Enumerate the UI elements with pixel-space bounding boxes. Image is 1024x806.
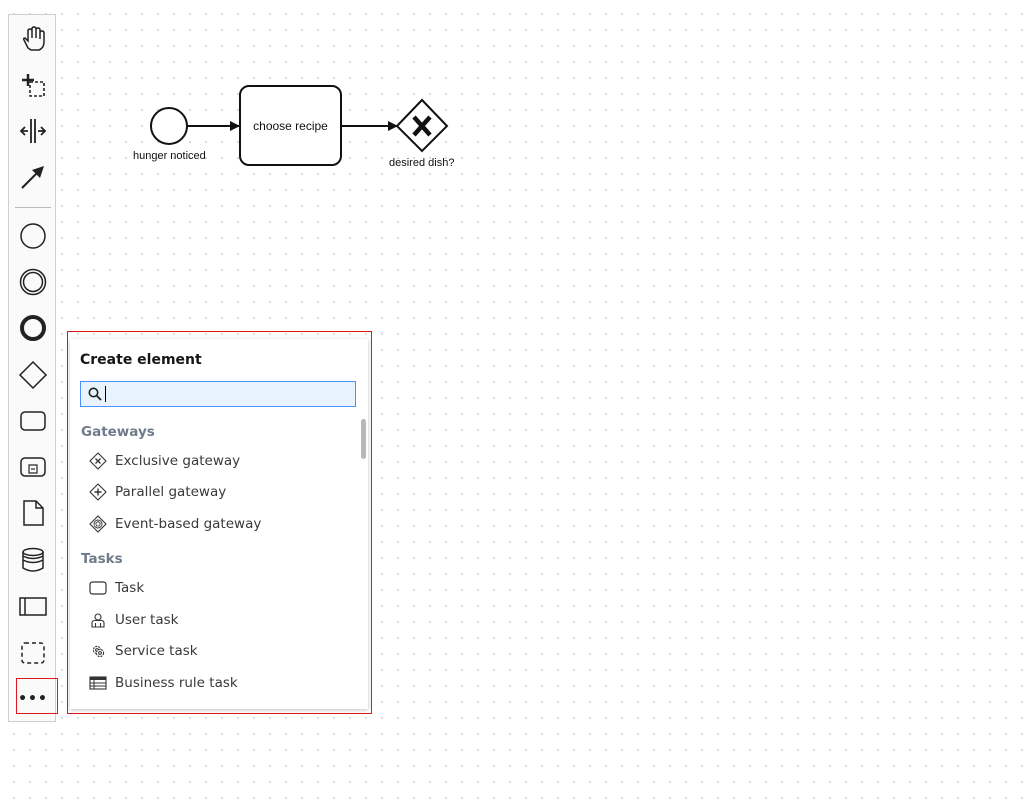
start-event-icon (20, 223, 46, 249)
intermediate-event-icon (19, 268, 47, 296)
entry-label: Business rule task (115, 675, 238, 691)
data-object-icon (23, 500, 44, 526)
hand-icon (22, 26, 45, 51)
data-store-icon (22, 547, 44, 572)
popup-title: Create element (80, 352, 202, 368)
create-element-popup: Create element Gateways Exclusive gatewa… (70, 339, 368, 709)
entry-label: User task (115, 612, 179, 628)
entry-parallel-gateway[interactable]: Parallel gateway (88, 480, 226, 504)
entry-service-task[interactable]: Service task (88, 639, 198, 663)
task-icon (89, 581, 107, 595)
entry-label: Service task (115, 643, 198, 659)
parallel-gateway-icon (89, 483, 107, 501)
entry-label: Event-based gateway (115, 516, 262, 532)
group-tool[interactable] (15, 635, 51, 671)
entry-user-task[interactable]: User task (88, 608, 178, 632)
participant-tool[interactable] (15, 588, 51, 624)
lasso-tool[interactable] (15, 67, 51, 103)
data-store-tool[interactable] (15, 542, 51, 578)
end-event-icon (20, 315, 46, 341)
service-task-icon (92, 645, 105, 658)
start-event-label: hunger noticed (133, 150, 206, 162)
business-rule-task-icon (89, 676, 107, 690)
task-tool[interactable] (15, 403, 51, 439)
subprocess-icon (20, 457, 46, 477)
gateway-tool[interactable] (15, 357, 51, 393)
task-shape-icon (20, 411, 46, 431)
entry-label: Exclusive gateway (115, 453, 241, 469)
event-based-gateway-icon (89, 515, 107, 533)
subprocess-tool[interactable] (15, 449, 51, 485)
group-title-tasks: Tasks (81, 551, 123, 567)
end-event-tool[interactable] (15, 310, 51, 346)
connect-tool[interactable] (15, 159, 51, 195)
task-label: choose recipe (253, 118, 328, 133)
arrow-icon (21, 166, 44, 189)
lasso-icon (22, 74, 45, 97)
group-title-gateways: Gateways (81, 424, 155, 440)
hand-tool[interactable] (15, 21, 51, 57)
text-cursor (105, 386, 106, 402)
entry-event-based-gateway[interactable]: Event-based gateway (88, 512, 261, 536)
entry-business-rule-task[interactable]: Business rule task (88, 671, 238, 695)
more-button-highlight (16, 678, 58, 714)
group-icon (21, 642, 45, 664)
participant-icon (19, 597, 47, 616)
start-event-tool[interactable] (15, 218, 51, 254)
entry-task[interactable]: Task (88, 576, 144, 600)
tool-palette: ••• (8, 14, 56, 722)
search-input[interactable] (110, 386, 340, 402)
popup-scrollbar[interactable] (361, 419, 366, 459)
space-tool[interactable] (15, 113, 51, 149)
space-icon (19, 119, 47, 143)
data-object-tool[interactable] (15, 495, 51, 531)
search-box[interactable] (80, 381, 356, 407)
start-event-shape[interactable] (150, 107, 188, 145)
gateway-icon (18, 360, 48, 390)
entry-exclusive-gateway[interactable]: Exclusive gateway (88, 449, 240, 473)
exclusive-gateway-icon (89, 452, 107, 470)
palette-separator (15, 207, 51, 208)
gateway-label: desired dish? (389, 157, 455, 169)
user-task-icon (91, 613, 105, 628)
search-icon (88, 387, 102, 401)
intermediate-event-tool[interactable] (15, 264, 51, 300)
entry-label: Task (115, 580, 145, 596)
entry-label: Parallel gateway (115, 484, 227, 500)
